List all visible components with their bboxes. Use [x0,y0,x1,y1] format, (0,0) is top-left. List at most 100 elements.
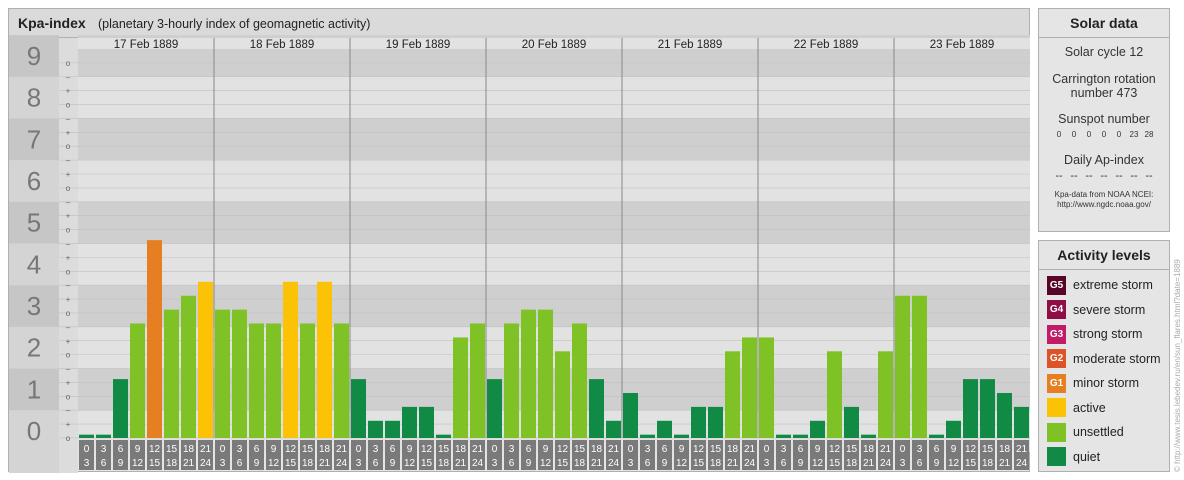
sub-tick-label: o [66,101,71,110]
sub-tick-label: + [66,253,71,262]
hour-end-label: 21 [727,458,739,469]
hour-start-label: 3 [917,444,923,455]
kp-bar [946,420,961,438]
hour-end-label: 18 [710,458,722,469]
legend-label: moderate storm [1073,351,1161,366]
day-label: 17 Feb 1889 [114,39,179,51]
kp-bar [368,420,383,438]
hour-start-label: 18 [727,444,739,455]
hour-end-label: 9 [390,458,396,469]
source-link[interactable]: http://www.ngdc.noaa.gov/ [1039,200,1169,210]
kp-bar [878,351,893,438]
kp-bar [249,323,264,438]
hour-start-label: 12 [829,444,841,455]
sub-tick-label: o [66,267,71,276]
level-band [78,160,1030,202]
sub-tick-label: + [66,128,71,137]
kp-bar [742,337,757,438]
kp-bar [232,309,247,438]
legend-item: G3 strong storm [1047,324,1142,344]
hour-end-label: 15 [149,458,161,469]
solar-data-panel: Solar data Solar cycle 12 Carrington rot… [1038,8,1170,232]
sunspot-value: 0 [1056,130,1062,139]
hour-end-label: 3 [492,458,498,469]
day-label: 23 Feb 1889 [930,39,995,51]
kp-bar [844,406,859,438]
sub-tick-label: + [66,378,71,387]
hour-end-label: 12 [812,458,824,469]
hour-start-label: 3 [781,444,787,455]
hour-end-label: 18 [574,458,586,469]
legend-label: extreme storm [1073,278,1153,292]
legend-swatch: G1 [1047,373,1066,393]
hour-start-label: 3 [373,444,379,455]
activity-levels-panel: Activity levels G5 extreme storm G4 severe … [1038,240,1170,472]
hour-end-label: 24 [336,458,348,469]
hour-end-label: 18 [302,458,314,469]
sub-tick-label: + [66,87,71,96]
legend-label: quiet [1073,449,1101,464]
hour-start-label: 12 [149,444,161,455]
hour-end-label: 12 [676,458,688,469]
sub-tick-label: o [66,184,71,193]
hour-start-label: 6 [934,444,940,455]
hour-start-label: 21 [744,444,756,455]
kp-bar [538,309,553,438]
hour-end-label: 21 [999,458,1011,469]
kp-bar [657,420,672,438]
ap-value: -- [1055,170,1063,182]
hour-end-label: 12 [132,458,144,469]
kp-bar [351,379,366,438]
kp-bar [912,295,927,438]
kp-bar [147,240,162,438]
hour-start-label: 18 [863,444,875,455]
day-label: 19 Feb 1889 [386,39,451,51]
kp-bar [980,379,995,438]
legend-swatch: G2 [1047,349,1066,368]
kp-bar [776,434,791,438]
kp-bar [215,309,230,438]
sub-tick-label: + [66,170,71,179]
day-label: 18 Feb 1889 [250,39,315,51]
kp-bar [1014,406,1029,438]
legend-item: G4 severe storm [1047,300,1145,320]
hour-end-label: 21 [183,458,195,469]
sunspot-value: 28 [1144,130,1154,139]
hour-end-label: 15 [557,458,569,469]
sub-tick-label: – [66,323,71,332]
hour-end-label: 18 [438,458,450,469]
legend-swatch: G4 [1047,300,1066,319]
sub-tick-label: + [66,212,71,221]
hour-start-label: 9 [679,444,685,455]
y-tick-label: 3 [27,291,41,321]
hour-start-label: 0 [764,444,770,455]
sub-tick-label: + [66,337,71,346]
kp-bar [623,392,638,438]
sunspot-number-label: Sunspot number [1058,112,1150,126]
kp-bar [79,434,94,438]
day-label: 22 Feb 1889 [794,39,859,51]
kp-bar [198,281,213,438]
hour-start-label: 6 [798,444,804,455]
hour-start-label: 3 [101,444,107,455]
hour-end-label: 24 [472,458,484,469]
kp-bar [997,392,1012,438]
legend-label: minor storm [1073,376,1139,390]
sub-tick-label: – [66,406,71,415]
hour-end-label: 21 [319,458,331,469]
legend-swatch [1047,447,1066,466]
hour-end-label: 18 [846,458,858,469]
hour-start-label: 6 [526,444,532,455]
sub-tick-label: + [66,295,71,304]
kp-bar [572,323,587,438]
sub-tick-label: + [66,420,71,429]
sunspot-value: 23 [1129,130,1139,139]
kp-bar [317,281,332,438]
hour-start-label: 9 [543,444,549,455]
hour-start-label: 0 [220,444,226,455]
legend-label: strong storm [1073,327,1143,341]
ap-value: -- [1145,170,1153,182]
hour-start-label: 12 [965,444,977,455]
hour-start-label: 18 [591,444,603,455]
hour-end-label: 21 [863,458,875,469]
